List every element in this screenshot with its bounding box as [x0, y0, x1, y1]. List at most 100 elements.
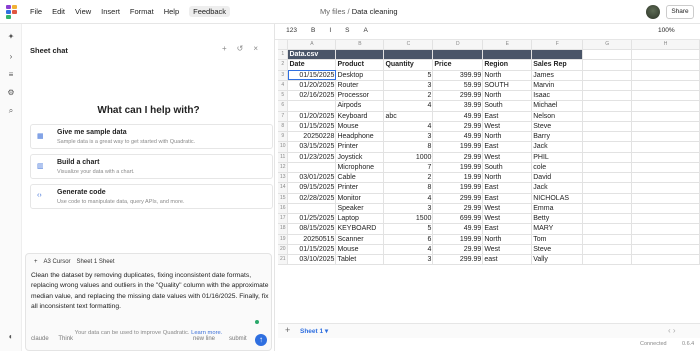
- cell[interactable]: 1500: [383, 213, 434, 225]
- row-number[interactable]: 16: [278, 203, 289, 215]
- add-context-button[interactable]: +: [34, 259, 38, 265]
- table-column-header[interactable]: Price: [432, 59, 484, 71]
- cell[interactable]: 02/16/2025: [287, 90, 337, 102]
- cell[interactable]: Mouse: [335, 121, 385, 133]
- corner-cell[interactable]: [278, 40, 289, 50]
- settings-icon[interactable]: ⚙: [6, 88, 16, 98]
- cell[interactable]: [631, 90, 700, 102]
- prompt-input[interactable]: Clean the dataset by removing duplicates…: [31, 271, 269, 312]
- cell[interactable]: 49.99: [432, 131, 484, 143]
- cell[interactable]: 1000: [383, 152, 434, 163]
- row-number[interactable]: 15: [278, 193, 289, 204]
- cell[interactable]: abc: [383, 111, 434, 122]
- row-number[interactable]: 2: [278, 59, 289, 71]
- cell[interactable]: 01/15/2025: [287, 70, 337, 81]
- chat-composer[interactable]: + A3 Cursor Sheet 1 Sheet Clean the data…: [25, 253, 272, 351]
- cell[interactable]: MARY: [531, 223, 584, 235]
- cell[interactable]: Speaker: [335, 203, 385, 215]
- cell[interactable]: KEYBOARD: [335, 223, 385, 235]
- cell[interactable]: NICHOLAS: [531, 193, 584, 204]
- cell[interactable]: 4: [383, 121, 434, 133]
- cell[interactable]: 01/20/2025: [287, 80, 337, 92]
- cell[interactable]: Steve: [531, 121, 584, 133]
- cell[interactable]: [631, 213, 700, 225]
- cell[interactable]: 7: [383, 162, 434, 174]
- cell[interactable]: [631, 121, 700, 133]
- avatar[interactable]: [646, 5, 660, 19]
- cell[interactable]: 3: [383, 80, 434, 92]
- cell[interactable]: 39.99: [432, 100, 484, 112]
- cursor-chip[interactable]: A3 Cursor: [44, 259, 71, 265]
- cell[interactable]: David: [531, 172, 584, 184]
- cell[interactable]: Michael: [531, 100, 584, 112]
- cell[interactable]: [582, 111, 633, 122]
- cell[interactable]: Steve: [531, 244, 584, 256]
- search-icon[interactable]: ⌕: [6, 106, 16, 116]
- menu-item-help[interactable]: Help: [164, 7, 179, 17]
- cell[interactable]: [582, 162, 633, 174]
- cell[interactable]: Keyboard: [335, 111, 385, 122]
- row-number[interactable]: 13: [278, 172, 289, 184]
- cell[interactable]: [582, 182, 633, 194]
- menu-item-format[interactable]: Format: [130, 7, 154, 17]
- cell[interactable]: North: [482, 234, 533, 245]
- share-button[interactable]: Share: [666, 5, 694, 19]
- cell[interactable]: 03/01/2025: [287, 172, 337, 184]
- cell[interactable]: 01/23/2025: [287, 152, 337, 163]
- cell[interactable]: Cable: [335, 172, 385, 184]
- cell[interactable]: Printer: [335, 141, 385, 153]
- sheet-pager[interactable]: ‹ ›: [668, 326, 676, 335]
- cell[interactable]: SOUTH: [482, 80, 533, 92]
- sheet-tab[interactable]: Sheet 1 ▾: [300, 327, 328, 335]
- cell[interactable]: Vally: [531, 254, 584, 266]
- cell[interactable]: 01/15/2025: [287, 244, 337, 256]
- row-number[interactable]: 17: [278, 213, 289, 225]
- cell[interactable]: [631, 172, 700, 184]
- cell[interactable]: [287, 203, 337, 215]
- menu-item-feedback[interactable]: Feedback: [189, 6, 231, 17]
- cell[interactable]: 199.99: [432, 234, 484, 245]
- cell[interactable]: [631, 223, 700, 235]
- format-tool[interactable]: B: [311, 27, 315, 34]
- cell[interactable]: Processor: [335, 90, 385, 102]
- cell[interactable]: West: [482, 244, 533, 256]
- cell[interactable]: 08/15/2025: [287, 223, 337, 235]
- row-number[interactable]: 5: [278, 90, 289, 102]
- cell[interactable]: [631, 111, 700, 122]
- model-select[interactable]: claude: [31, 336, 49, 342]
- cell[interactable]: James: [531, 70, 584, 81]
- cell[interactable]: [582, 141, 633, 153]
- row-number[interactable]: 18: [278, 223, 289, 235]
- menu-item-insert[interactable]: Insert: [101, 7, 120, 17]
- cell[interactable]: 4: [383, 100, 434, 112]
- cell[interactable]: West: [482, 152, 533, 163]
- cell[interactable]: 199.99: [432, 182, 484, 194]
- format-tool[interactable]: A: [363, 27, 367, 34]
- cell[interactable]: Monitor: [335, 193, 385, 204]
- cell[interactable]: 19.99: [432, 172, 484, 184]
- row-number[interactable]: 8: [278, 121, 289, 133]
- cell[interactable]: [582, 121, 633, 133]
- cell[interactable]: Nelson: [531, 111, 584, 122]
- cell[interactable]: 2: [383, 90, 434, 102]
- ai-sparkle-icon[interactable]: ✦: [6, 32, 16, 42]
- column-header[interactable]: A: [287, 40, 337, 50]
- cell[interactable]: Laptop: [335, 213, 385, 225]
- cell[interactable]: 29.99: [432, 203, 484, 215]
- cell[interactable]: [582, 193, 633, 204]
- column-header[interactable]: F: [531, 40, 584, 50]
- sheet-chip[interactable]: Sheet 1 Sheet: [77, 259, 115, 265]
- card-sample-data[interactable]: ▦ Give me sample data Sample data is a g…: [30, 124, 273, 149]
- cell[interactable]: North: [482, 172, 533, 184]
- menu-item-view[interactable]: View: [75, 7, 91, 17]
- menu-item-edit[interactable]: Edit: [52, 7, 65, 17]
- cell[interactable]: 49.99: [432, 111, 484, 122]
- row-number[interactable]: 21: [278, 254, 289, 266]
- row-number[interactable]: 1: [278, 49, 289, 61]
- cell[interactable]: North: [482, 70, 533, 81]
- cell[interactable]: [631, 254, 700, 266]
- cell[interactable]: Jack: [531, 141, 584, 153]
- cell[interactable]: 29.99: [432, 244, 484, 256]
- cell[interactable]: [582, 70, 633, 81]
- cell[interactable]: 3: [383, 254, 434, 266]
